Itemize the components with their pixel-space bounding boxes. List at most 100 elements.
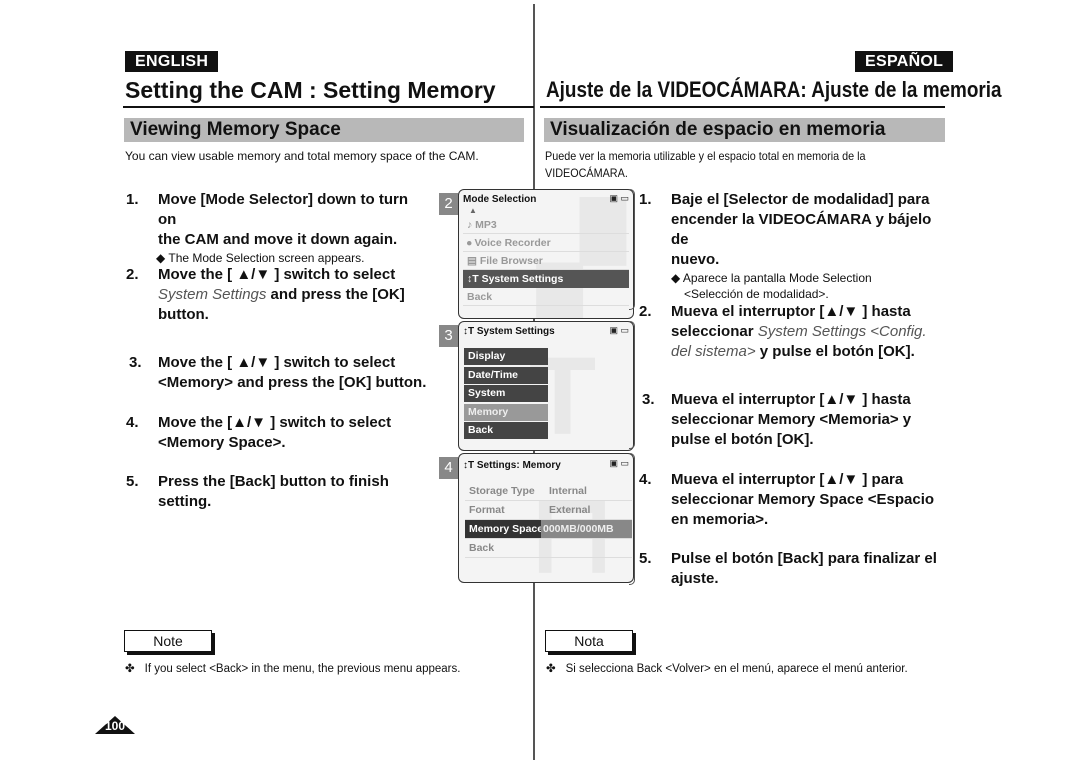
screen-title: Mode Selection — [463, 194, 537, 205]
music-note-icon: ♪ — [467, 219, 473, 231]
paso-1: 1. Baje el [Selector de modalidad] para … — [639, 190, 949, 301]
setting-key: Storage Type — [469, 485, 535, 497]
menu-item-back[interactable]: Back — [463, 288, 629, 306]
setting-row-storage-type[interactable]: Storage Type Internal — [465, 482, 632, 501]
system-settings-screen: T ↕T System Settings ▣ ▭ Display Date/Ti… — [458, 321, 634, 451]
menu-item-display[interactable]: Display — [464, 348, 548, 365]
step-subnote: The Mode Selection screen appears. — [168, 251, 365, 265]
step-text: y pulse el botón [OK]. — [755, 343, 915, 360]
paso-3: 3. Mueva el interruptor [▲/▼ ] hasta sel… — [642, 390, 952, 452]
menu-item-system[interactable]: System — [464, 385, 548, 402]
setting-row-format[interactable]: Format External — [465, 501, 632, 520]
note-bullet-icon: ✤ — [125, 663, 135, 675]
step-text: Move the [ ▲/▼ ] switch to select — [158, 354, 396, 371]
paso-2: 2. Mueva el interruptor [▲/▼ ] hasta sel… — [639, 302, 949, 364]
settings-memory-screen: ⊓ ↕T Settings: Memory ▣ ▭ Storage TypeIn… — [458, 453, 634, 583]
intro-english: You can view usable memory and total mem… — [125, 149, 479, 163]
page-title-spanish: Ajuste de la VIDEOCÁMARA: Ajuste de la m… — [546, 77, 1002, 102]
menu-item-label: Back — [467, 291, 493, 303]
menu-item-date-time[interactable]: Date/Time — [464, 366, 548, 384]
menu-item-label: Voice Recorder — [474, 237, 551, 249]
menu-reference: del sistema> — [671, 343, 756, 360]
step-number: 1. — [639, 191, 652, 208]
step-1: 1. Move [Mode Selector] down to turn on … — [126, 190, 426, 265]
step-text: seleccionar Memory Space <Espacio — [671, 491, 935, 508]
step-number: 2. — [639, 303, 652, 320]
microphone-icon: ⏺ — [467, 238, 472, 248]
menu-item-label: File Browser — [479, 255, 543, 267]
menu-reference: System Settings <Config. — [757, 323, 927, 340]
setting-row-memory-space[interactable]: Memory Space 000MB/000MB — [465, 520, 632, 539]
step-number: 4. — [639, 471, 652, 488]
setting-value: 000MB/000MB — [541, 520, 632, 538]
step-number: 2. — [126, 266, 139, 283]
step-number: 3. — [129, 354, 142, 371]
step-text: Baje el [Selector de modalidad] para — [671, 191, 930, 208]
step-text: <Memory> and press the [OK] button. — [158, 374, 427, 391]
screen-number: 3 — [439, 325, 458, 347]
step-text: Mueva el interruptor [▲/▼ ] para — [671, 471, 904, 488]
step-text: pulse el botón [OK]. — [671, 431, 814, 448]
battery-icon: ▭ — [620, 458, 629, 468]
memory-card-icon: ▣ — [609, 193, 618, 203]
step-3: 3. Move the [ ▲/▼ ] switch to select <Me… — [129, 353, 429, 395]
step-subnote: <Selección de modalidad>. — [684, 287, 829, 301]
step-text: <Memory Space>. — [158, 434, 286, 451]
screen-number: 2 — [439, 193, 458, 215]
menu-item-file-browser[interactable]: ▤ File Browser — [463, 252, 629, 270]
paso-4: 4. Mueva el interruptor [▲/▼ ] para sele… — [639, 470, 949, 532]
screen-title-text: Settings: Memory — [476, 460, 561, 471]
step-text: Mueva el interruptor [▲/▼ ] hasta — [671, 303, 911, 320]
step-text: nuevo. — [671, 251, 720, 268]
title-rule — [540, 106, 945, 108]
diamond-bullet-icon: ◆ — [156, 251, 166, 265]
setting-row-back[interactable]: Back — [465, 539, 632, 558]
step-5: 5. Press the [Back] button to finish set… — [126, 472, 426, 514]
setting-value: Internal — [549, 485, 587, 497]
battery-icon: ▭ — [620, 193, 629, 203]
step-text: Pulse el botón [Back] para finalizar el — [671, 550, 937, 567]
step-text: Move the [▲/▼ ] switch to select — [158, 414, 392, 431]
menu-item-label: MP3 — [475, 219, 497, 231]
menu-item-voice-recorder[interactable]: ⏺ Voice Recorder — [463, 234, 629, 252]
step-number: 3. — [642, 391, 655, 408]
step-text: and press the [OK] — [266, 286, 405, 303]
screen-title-text: System Settings — [476, 326, 555, 337]
status-icons: ▣ ▭ — [609, 325, 629, 336]
settings-tools-icon: ↕T — [463, 326, 477, 337]
step-number: 1. — [126, 191, 139, 208]
menu-item-back[interactable]: Back — [464, 422, 548, 439]
setting-key: Back — [469, 542, 495, 554]
mode-selection-screen: ▞ Mode Selection ▣ ▭ ▲ ♪ MP3 ⏺ Voice Rec… — [458, 189, 634, 319]
screen-title: ↕T System Settings — [463, 326, 555, 337]
step-text: the CAM and move it down again. — [158, 231, 398, 248]
note-bullet-icon: ✤ — [546, 663, 556, 675]
setting-key: Format — [469, 504, 505, 516]
step-text: encender la VIDEOCÁMARA y bájelo de — [671, 211, 932, 248]
step-subnote: Aparece la pantalla Mode Selection — [682, 271, 872, 285]
step-text: en memoria>. — [671, 511, 769, 528]
menu-item-mp3[interactable]: ♪ MP3 — [463, 216, 629, 234]
memory-card-icon: ▣ — [609, 325, 618, 335]
spanish-label: ESPAÑOL — [855, 51, 954, 72]
menu-reference: System Settings — [158, 286, 267, 303]
step-bracket — [629, 189, 635, 310]
memory-card-icon: ▣ — [609, 458, 618, 468]
menu-item-system-settings[interactable]: ↕T System Settings — [463, 270, 629, 288]
step-4: 4. Move the [▲/▼ ] switch to select <Mem… — [126, 413, 426, 455]
status-icons: ▣ ▭ — [609, 458, 629, 469]
note-text: Si selecciona Back <Volver> en el menú, … — [565, 663, 908, 675]
step-bracket — [629, 453, 635, 585]
section-heading-spanish: Visualización de espacio en memoria — [544, 118, 945, 142]
note-spanish: ✤ Si selecciona Back <Volver> en el menú,… — [546, 661, 908, 677]
menu-item-memory[interactable]: Memory — [464, 403, 548, 421]
step-text: seleccionar — [671, 323, 758, 340]
menu-item-label: System Settings — [481, 273, 564, 285]
diamond-bullet-icon: ◆ — [671, 271, 681, 285]
step-number: 5. — [639, 550, 652, 567]
paso-5: 5. Pulse el botón [Back] para finalizar … — [639, 549, 949, 591]
step-text: Mueva el interruptor [▲/▼ ] hasta — [671, 391, 911, 408]
step-text: Press the [Back] button to finish — [158, 473, 389, 490]
scroll-up-icon: ▲ — [469, 206, 477, 215]
step-text: Move the [ ▲/▼ ] switch to select — [158, 266, 396, 283]
